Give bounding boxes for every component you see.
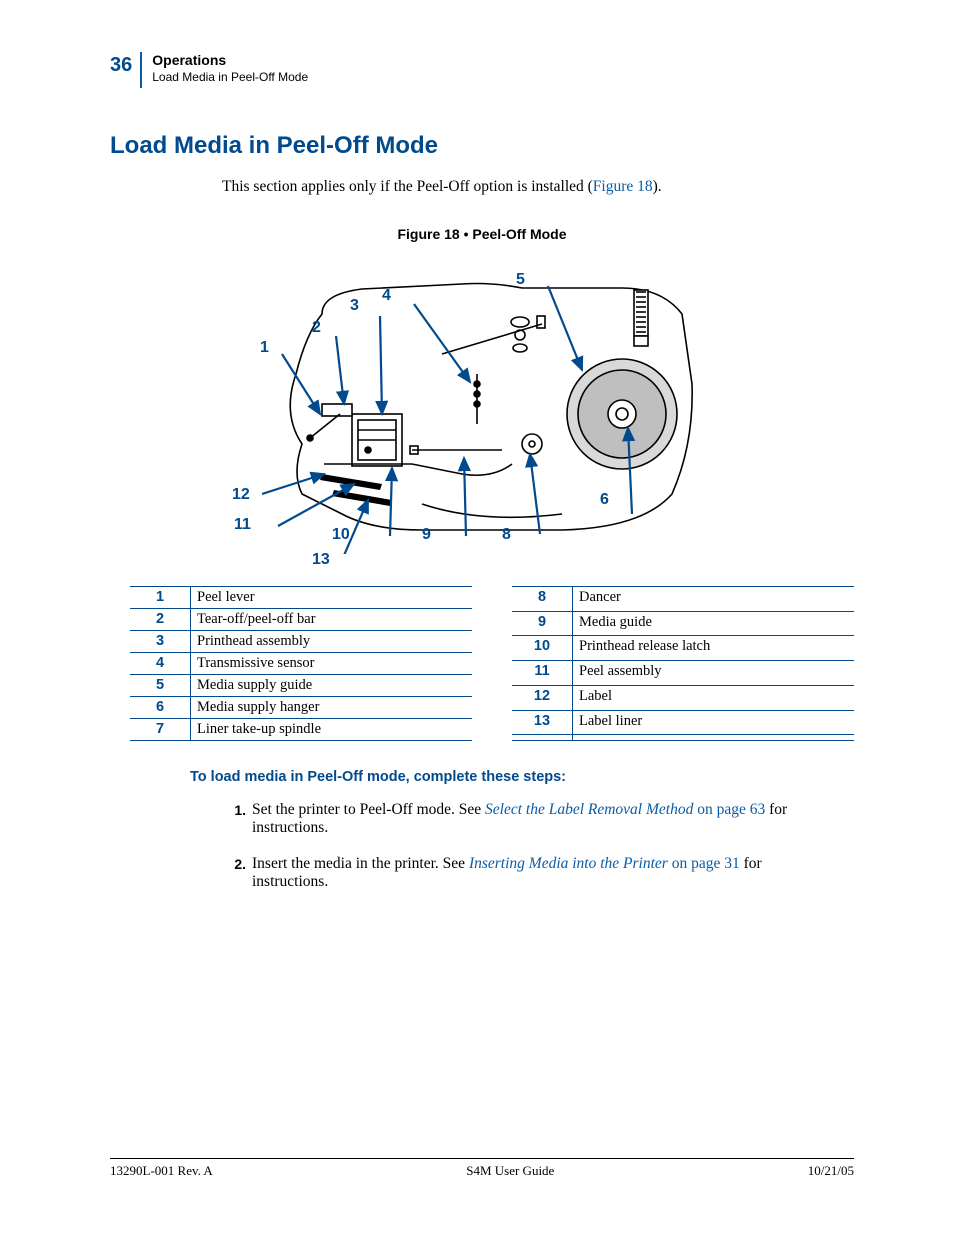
step-1: 1. Set the printer to Peel-Off mode. See…	[224, 801, 834, 837]
legend-num: 4	[130, 653, 191, 675]
legend-table-left: 1Peel lever 2Tear-off/peel-off bar 3Prin…	[130, 586, 472, 741]
step-number: 1.	[224, 801, 246, 837]
step-number: 2.	[224, 855, 246, 891]
step-body: Insert the media in the printer. See Ins…	[252, 855, 834, 891]
legend-text: Peel assembly	[573, 661, 855, 686]
peel-off-diagram	[262, 264, 722, 554]
page-number: 36	[110, 54, 132, 77]
legend-text: Dancer	[573, 587, 855, 612]
footer-left: 13290L-001 Rev. A	[110, 1163, 213, 1179]
page-header: 36 Operations Load Media in Peel-Off Mod…	[110, 52, 854, 88]
callout-1: 1	[260, 340, 269, 356]
callout-8: 8	[502, 527, 511, 543]
figure-caption: Figure 18 • Peel-Off Mode	[110, 226, 854, 242]
legend-text: Label liner	[573, 710, 855, 735]
legend-text: Label	[573, 685, 855, 710]
legend-num: 5	[130, 675, 191, 697]
callout-2: 2	[312, 320, 321, 336]
legend-num: 2	[130, 609, 191, 631]
step-2: 2. Insert the media in the printer. See …	[224, 855, 834, 891]
page-title: Load Media in Peel-Off Mode	[110, 132, 854, 160]
legend-num: 8	[512, 587, 573, 612]
footer-right: 10/21/05	[808, 1163, 854, 1179]
legend-text: Peel lever	[191, 587, 473, 609]
callout-10: 10	[332, 527, 350, 543]
section-title-small: Load Media in Peel-Off Mode	[152, 70, 308, 84]
xref-link[interactable]: Inserting Media into the Printer on page…	[469, 855, 740, 872]
callout-11: 11	[234, 517, 251, 533]
legend-table-right: 8Dancer 9Media guide 10Printhead release…	[512, 586, 854, 741]
callout-13: 13	[312, 552, 330, 568]
legend-text: Media guide	[573, 611, 855, 636]
legend-num: 6	[130, 697, 191, 719]
legend-text	[573, 735, 855, 741]
legend-text: Liner take-up spindle	[191, 719, 473, 741]
callout-5: 5	[516, 272, 525, 288]
legend-num: 3	[130, 631, 191, 653]
legend-num: 1	[130, 587, 191, 609]
page-footer: 13290L-001 Rev. A S4M User Guide 10/21/0…	[110, 1158, 854, 1179]
legend-num: 10	[512, 636, 573, 661]
legend-tables: 1Peel lever 2Tear-off/peel-off bar 3Prin…	[130, 586, 854, 741]
legend-num	[512, 735, 573, 741]
legend-num: 11	[512, 661, 573, 686]
legend-num: 13	[512, 710, 573, 735]
figure-xref[interactable]: Figure 18	[593, 178, 653, 195]
legend-text: Transmissive sensor	[191, 653, 473, 675]
callout-9: 9	[422, 527, 431, 543]
legend-text: Media supply hanger	[191, 697, 473, 719]
footer-center: S4M User Guide	[466, 1163, 554, 1179]
legend-num: 9	[512, 611, 573, 636]
step-text-pre: Set the printer to Peel-Off mode. See	[252, 801, 485, 818]
intro-text-post: ).	[653, 178, 662, 195]
callout-12: 12	[232, 487, 250, 503]
header-divider	[140, 52, 142, 88]
callout-4: 4	[382, 288, 391, 304]
intro-paragraph: This section applies only if the Peel-Of…	[222, 178, 854, 196]
step-body: Set the printer to Peel-Off mode. See Se…	[252, 801, 834, 837]
figure-18: 1 2 3 4 5 6 8 9 10 11 12 13	[110, 254, 854, 564]
step-list: 1. Set the printer to Peel-Off mode. See…	[224, 801, 834, 891]
callout-3: 3	[350, 298, 359, 314]
chapter-title: Operations	[152, 52, 308, 68]
legend-text: Media supply guide	[191, 675, 473, 697]
legend-num: 7	[130, 719, 191, 741]
legend-num: 12	[512, 685, 573, 710]
steps-heading: To load media in Peel-Off mode, complete…	[190, 769, 854, 785]
intro-text-pre: This section applies only if the Peel-Of…	[222, 178, 593, 195]
step-text-pre: Insert the media in the printer. See	[252, 855, 469, 872]
legend-text: Printhead assembly	[191, 631, 473, 653]
legend-text: Printhead release latch	[573, 636, 855, 661]
legend-text: Tear-off/peel-off bar	[191, 609, 473, 631]
xref-link[interactable]: Select the Label Removal Method on page …	[485, 801, 765, 818]
callout-6: 6	[600, 492, 609, 508]
